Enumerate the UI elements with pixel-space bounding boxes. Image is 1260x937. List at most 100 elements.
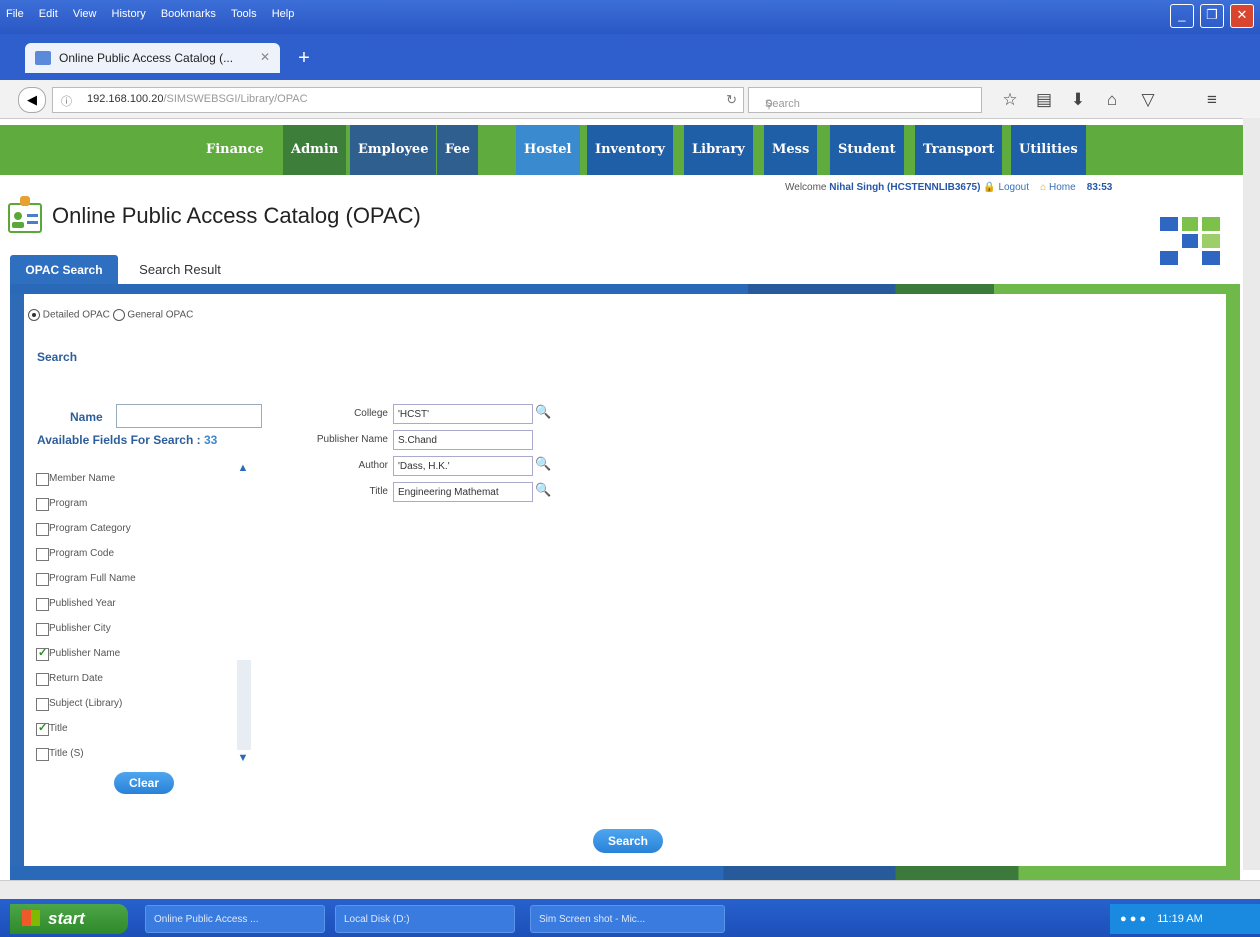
menu-bookmarks[interactable]: Bookmarks <box>161 8 216 20</box>
criteria-label-college: College <box>354 408 388 419</box>
info-icon[interactable]: ⓘ <box>61 93 72 109</box>
nav-hostel[interactable]: Hostel <box>516 125 580 175</box>
checkbox[interactable] <box>36 473 49 486</box>
catalog-icon <box>8 196 42 233</box>
checkbox[interactable] <box>36 721 49 736</box>
menu-help[interactable]: Help <box>272 8 295 20</box>
nav-inventory[interactable]: Inventory <box>587 125 673 175</box>
search-placeholder: Search <box>765 98 800 110</box>
home-icon[interactable]: ⌂ <box>1100 88 1124 112</box>
field-list: Member Name Program Program Category Pro… <box>34 460 254 770</box>
system-tray: ● ● ● 11:19 AM <box>1110 904 1260 934</box>
new-tab-button[interactable]: + <box>292 46 316 70</box>
checkbox[interactable] <box>36 698 49 711</box>
checkbox[interactable] <box>36 548 49 561</box>
nav-employee[interactable]: Employee <box>350 125 437 175</box>
clear-button[interactable]: Clear <box>114 772 174 794</box>
search-button[interactable]: Search <box>593 829 663 853</box>
menu-edit[interactable]: Edit <box>39 8 58 20</box>
reload-icon[interactable]: ↻ <box>726 92 737 108</box>
lookup-icon[interactable]: 🔍 <box>535 456 551 472</box>
tray-icons: ● ● ● <box>1120 913 1147 925</box>
back-button[interactable]: ◀ <box>18 87 46 113</box>
start-button[interactable]: start <box>10 904 128 934</box>
criteria-label-title: Title <box>369 486 388 497</box>
tab-close-icon[interactable]: ✕ <box>260 50 270 64</box>
taskbar-item-browser[interactable]: Online Public Access ... <box>145 905 325 933</box>
nav-finance[interactable]: Finance <box>198 125 272 175</box>
home-link-icon: ⌂ <box>1040 182 1047 193</box>
radio-general-opac[interactable] <box>112 309 125 321</box>
home-link[interactable]: Home <box>1049 182 1076 193</box>
chevron-down-icon[interactable]: ▼ <box>235 752 251 766</box>
panel-top-bar <box>10 284 1240 294</box>
opac-mode: Detailed OPAC General OPAC <box>28 309 193 321</box>
taskbar-item-screenshot[interactable]: Sim Screen shot - Mic... <box>530 905 725 933</box>
nav-fee[interactable]: Fee <box>437 125 479 175</box>
bookmark-star-icon[interactable]: ☆ <box>998 88 1022 112</box>
logout-link[interactable]: Logout <box>998 182 1029 193</box>
url-path: /SIMSWEBSGI/Library/OPAC <box>163 93 308 105</box>
reading-list-icon[interactable]: ▤ <box>1032 88 1056 112</box>
url-host: 192.168.100.20 <box>87 93 164 105</box>
maximize-icon[interactable]: ❐ <box>1199 4 1224 28</box>
criteria-college-input[interactable]: 'HCST' <box>393 404 533 424</box>
welcome-bar: Welcome Nihal Singh (HCSTENNLIB3675) 🔒 L… <box>785 182 1112 193</box>
pocket-icon[interactable]: ▽ <box>1136 88 1160 112</box>
session-timer: 83:53 <box>1086 182 1113 193</box>
url-bar[interactable]: ⓘ 192.168.100.20/SIMSWEBSGI/Library/OPAC… <box>52 87 744 113</box>
page-title: Online Public Access Catalog (OPAC) <box>52 203 421 228</box>
horizontal-scrollbar[interactable] <box>0 880 1260 899</box>
minimize-icon[interactable]: _ <box>1169 4 1194 28</box>
nav-admin[interactable]: Admin <box>283 125 347 175</box>
nav-student[interactable]: Student <box>830 125 904 175</box>
close-icon[interactable]: ✕ <box>1230 4 1254 28</box>
browser-search-input[interactable]: ⚲ Search <box>748 87 982 113</box>
radio-detailed-opac[interactable] <box>28 309 40 321</box>
name-label: Name <box>70 410 103 424</box>
checkbox[interactable] <box>36 573 49 586</box>
app-nav: Finance Admin Employee Fee Hostel Invent… <box>0 125 1250 175</box>
tab-search-result[interactable]: Search Result <box>120 255 240 285</box>
panel-bottom-bar <box>10 866 1240 880</box>
clock: 11:19 AM <box>1157 913 1203 925</box>
available-fields-text: Available Fields For Search : <box>37 433 201 447</box>
checkbox[interactable] <box>36 523 49 536</box>
lookup-icon[interactable]: 🔍 <box>535 404 551 420</box>
menu-tools[interactable]: Tools <box>231 8 257 20</box>
nav-library[interactable]: Library <box>684 125 753 175</box>
download-icon[interactable]: ⬇ <box>1066 88 1090 112</box>
tab-opac-search[interactable]: OPAC Search <box>10 255 118 285</box>
menu-file[interactable]: File <box>6 8 24 20</box>
menu-hamburger-icon[interactable]: ≡ <box>1200 88 1224 112</box>
available-fields-count: 33 <box>203 433 218 447</box>
page-scrollbar[interactable] <box>1243 118 1260 870</box>
criteria-author-input[interactable]: 'Dass, H.K.' <box>393 456 533 476</box>
checkbox[interactable] <box>36 646 49 661</box>
brand-logo-icon <box>1160 217 1220 265</box>
welcome-text: Welcome <box>785 182 827 193</box>
menu-view[interactable]: View <box>73 8 97 20</box>
taskbar-item-local-disk[interactable]: Local Disk (D:) <box>335 905 515 933</box>
nav-mess[interactable]: Mess <box>764 125 818 175</box>
name-input[interactable] <box>116 404 262 428</box>
checkbox[interactable] <box>36 623 49 636</box>
lookup-icon[interactable]: 🔍 <box>535 482 551 498</box>
criteria-publisher-input[interactable]: S.Chand <box>393 430 533 450</box>
tab-title: Online Public Access Catalog (... <box>59 51 234 65</box>
list-scrollbar-thumb[interactable] <box>237 660 251 750</box>
chevron-up-icon[interactable]: ▲ <box>235 462 251 476</box>
available-fields-label: Available Fields For Search : 33 <box>37 433 217 447</box>
criteria-title-input[interactable]: Engineering Mathemat <box>393 482 533 502</box>
nav-utilities[interactable]: Utilities <box>1011 125 1086 175</box>
menu-history[interactable]: History <box>112 8 146 20</box>
logout-icon: 🔒 <box>983 182 996 193</box>
checkbox[interactable] <box>36 748 49 761</box>
checkbox[interactable] <box>36 498 49 511</box>
checkbox[interactable] <box>36 673 49 686</box>
checkbox[interactable] <box>36 598 49 611</box>
detailed-opac-label: Detailed OPAC <box>42 309 110 321</box>
browser-menubar: File Edit View History Bookmarks Tools H… <box>0 0 1260 34</box>
nav-transport[interactable]: Transport <box>915 125 1003 175</box>
browser-tab[interactable]: Online Public Access Catalog (... ✕ <box>25 43 280 73</box>
